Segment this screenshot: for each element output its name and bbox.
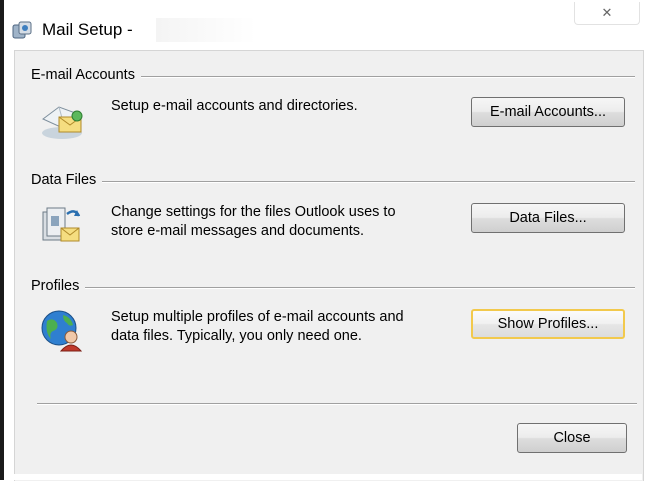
profiles-description: Setup multiple profiles of e-mail accoun… [111, 308, 471, 346]
dialog-body: E-mail Accounts Setup e-mail accounts an… [14, 50, 644, 481]
profiles-group-line [31, 287, 635, 289]
title-redaction [156, 18, 256, 42]
data-files-group-title: Data Files [31, 172, 103, 188]
profiles-description-line2: data files. Typically, you only need one… [111, 328, 362, 344]
mail-envelope-icon [37, 97, 87, 143]
bottom-edge [14, 474, 642, 480]
mail-app-icon [12, 20, 34, 40]
window-left-edge [0, 0, 4, 480]
close-icon: ✕ [601, 5, 613, 20]
data-files-icon [37, 202, 87, 248]
profiles-description-line1: Setup multiple profiles of e-mail accoun… [111, 309, 404, 325]
data-files-description-line2: store e-mail messages and documents. [111, 223, 365, 239]
close-button[interactable]: Close [517, 423, 627, 453]
data-files-description: Change settings for the files Outlook us… [111, 203, 471, 241]
window-title: Mail Setup - [42, 20, 133, 39]
email-accounts-button[interactable]: E-mail Accounts... [471, 97, 625, 127]
globe-profile-icon [37, 307, 87, 353]
window-close-button[interactable]: ✕ [574, 2, 640, 25]
profiles-group-title: Profiles [31, 278, 86, 294]
data-files-button[interactable]: Data Files... [471, 203, 625, 233]
data-files-description-line1: Change settings for the files Outlook us… [111, 204, 396, 220]
title-bar[interactable]: Mail Setup - ✕ [4, 0, 654, 50]
footer-separator [37, 403, 637, 405]
email-accounts-group-title: E-mail Accounts [31, 67, 141, 83]
show-profiles-button[interactable]: Show Profiles... [471, 309, 625, 339]
mail-setup-window: Mail Setup - ✕ E-mail Accounts Setup e-m… [0, 0, 654, 481]
email-accounts-description: Setup e-mail accounts and directories. [111, 98, 358, 114]
data-files-group-line [31, 181, 635, 183]
